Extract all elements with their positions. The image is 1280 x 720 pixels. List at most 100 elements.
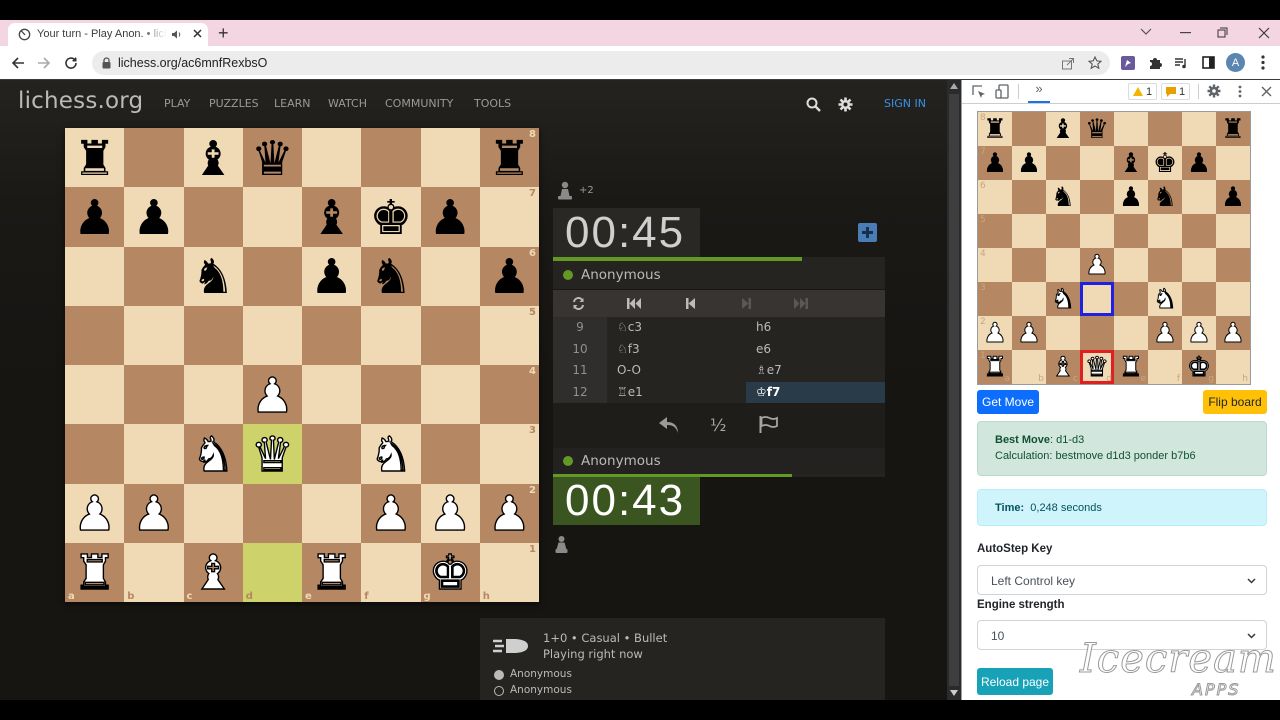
black-pawn-piece[interactable]: ♟︎ bbox=[73, 194, 116, 242]
black-move[interactable]: h6 bbox=[746, 317, 885, 339]
white-bishop-piece[interactable]: ♝︎ bbox=[191, 549, 235, 598]
white-knight-piece[interactable]: ♞︎ bbox=[191, 430, 235, 479]
flip-board-button[interactable] bbox=[563, 290, 593, 317]
black-knight-piece[interactable]: ♞︎ bbox=[1153, 184, 1177, 211]
square-c2[interactable] bbox=[183, 483, 243, 543]
square-e8[interactable] bbox=[1114, 112, 1148, 146]
square-e4[interactable] bbox=[302, 365, 362, 425]
square-g8[interactable] bbox=[420, 128, 480, 188]
devtools-settings-icon[interactable] bbox=[1207, 84, 1221, 98]
square-h3[interactable]: 3 bbox=[479, 424, 539, 484]
square-b3[interactable] bbox=[1012, 282, 1046, 316]
white-queen-piece[interactable]: ♛︎ bbox=[250, 430, 294, 479]
previous-move-button[interactable] bbox=[675, 290, 705, 317]
square-e6[interactable]: ♟︎ bbox=[1114, 180, 1148, 214]
black-bishop-piece[interactable]: ♝︎ bbox=[310, 194, 353, 242]
black-move[interactable]: e6 bbox=[746, 339, 885, 361]
black-rook-piece[interactable]: ♜︎ bbox=[488, 135, 531, 183]
square-g6[interactable] bbox=[420, 246, 480, 306]
square-e6[interactable]: ♟︎ bbox=[302, 246, 362, 306]
new-tab-button[interactable]: + bbox=[218, 24, 229, 42]
square-h8[interactable]: ♜︎ bbox=[1216, 112, 1250, 146]
white-king-piece[interactable]: ♚︎ bbox=[428, 549, 472, 598]
white-pawn-piece[interactable]: ♟︎ bbox=[487, 489, 531, 538]
square-c7[interactable] bbox=[1046, 146, 1080, 180]
square-f5[interactable] bbox=[361, 305, 421, 365]
share-icon[interactable] bbox=[1061, 56, 1075, 70]
white-pawn-piece[interactable]: ♟︎ bbox=[72, 489, 116, 538]
square-c6[interactable]: ♞︎ bbox=[1046, 180, 1080, 214]
side-panel-icon[interactable] bbox=[1202, 56, 1215, 69]
square-c5[interactable] bbox=[183, 305, 243, 365]
inspect-element-icon[interactable] bbox=[972, 85, 986, 99]
black-move-active[interactable]: ♔f7 bbox=[746, 381, 885, 403]
black-king-piece[interactable]: ♚︎ bbox=[369, 194, 412, 242]
square-a5[interactable] bbox=[65, 305, 125, 365]
square-h8[interactable]: ♜︎ 8 bbox=[479, 128, 539, 188]
square-c8[interactable]: ♝︎ bbox=[1046, 112, 1080, 146]
next-move-button[interactable] bbox=[731, 290, 761, 317]
square-e8[interactable] bbox=[302, 128, 362, 188]
nav-learn[interactable]: LEARN bbox=[274, 97, 310, 110]
square-c8[interactable]: ♝︎ bbox=[183, 128, 243, 188]
avatar[interactable]: A bbox=[1226, 53, 1245, 72]
square-f2[interactable]: ♟︎ bbox=[361, 483, 421, 543]
square-a1[interactable]: ♜︎ 1 a bbox=[978, 350, 1012, 384]
white-knight-piece[interactable]: ♞︎ bbox=[369, 430, 413, 479]
square-g1[interactable]: ♚︎ g bbox=[420, 542, 480, 602]
flip-board-button[interactable]: Flip board bbox=[1203, 390, 1267, 414]
square-b1[interactable]: b bbox=[124, 542, 184, 602]
square-g2[interactable]: ♟︎ bbox=[420, 483, 480, 543]
square-g3[interactable] bbox=[420, 424, 480, 484]
square-c3[interactable]: ♞︎ bbox=[183, 424, 243, 484]
square-g4[interactable] bbox=[420, 365, 480, 425]
give-time-button[interactable] bbox=[858, 223, 877, 242]
restore-icon[interactable] bbox=[1217, 27, 1228, 38]
warnings-badge[interactable]: 1 bbox=[1128, 83, 1158, 100]
opponent-name[interactable]: Anonymous bbox=[581, 267, 661, 283]
square-e2[interactable] bbox=[1114, 316, 1148, 350]
square-h5[interactable] bbox=[1216, 214, 1250, 248]
square-a1[interactable]: ♜︎ a bbox=[65, 542, 125, 602]
square-a6[interactable] bbox=[65, 246, 125, 306]
nav-watch[interactable]: WATCH bbox=[328, 97, 367, 110]
square-f1[interactable]: f bbox=[1148, 350, 1182, 384]
square-c2[interactable] bbox=[1046, 316, 1080, 350]
white-move[interactable]: ♖e1 bbox=[607, 382, 746, 404]
back-icon[interactable] bbox=[11, 56, 25, 70]
square-g7[interactable]: ♟︎ bbox=[1182, 146, 1216, 180]
square-h6[interactable]: ♟︎ bbox=[1216, 180, 1250, 214]
square-d6[interactable] bbox=[1080, 180, 1114, 214]
black-pawn-piece[interactable]: ♟︎ bbox=[132, 194, 175, 242]
white-pawn-piece[interactable]: ♟︎ bbox=[369, 489, 413, 538]
issues-badge[interactable]: 1 bbox=[1161, 83, 1191, 100]
square-a3[interactable]: 3 bbox=[978, 282, 1012, 316]
white-pawn-piece[interactable]: ♟︎ bbox=[1016, 320, 1041, 348]
black-rook-piece[interactable]: ♜︎ bbox=[983, 116, 1007, 143]
white-pawn-piece[interactable]: ♟︎ bbox=[982, 320, 1007, 348]
square-h2[interactable]: ♟︎ 2 bbox=[479, 483, 539, 543]
square-f3[interactable]: ♞︎ bbox=[1148, 282, 1182, 316]
black-pawn-piece[interactable]: ♟︎ bbox=[983, 150, 1007, 177]
black-bishop-piece[interactable]: ♝︎ bbox=[192, 135, 235, 183]
square-f1[interactable]: f bbox=[361, 542, 421, 602]
black-knight-piece[interactable]: ♞︎ bbox=[192, 253, 235, 301]
white-knight-piece[interactable]: ♞︎ bbox=[1050, 286, 1075, 314]
square-d1[interactable]: ♛︎ d bbox=[1080, 350, 1114, 384]
white-pawn-piece[interactable]: ♟︎ bbox=[1152, 320, 1177, 348]
square-e7[interactable]: ♝︎ bbox=[1114, 146, 1148, 180]
more-tabs-button[interactable]: » bbox=[1028, 81, 1050, 103]
square-d7[interactable] bbox=[1080, 146, 1114, 180]
square-d8[interactable]: ♛︎ bbox=[242, 128, 302, 188]
reload-icon[interactable] bbox=[64, 56, 78, 70]
nav-tools[interactable]: TOOLS bbox=[474, 97, 511, 110]
minimize-icon[interactable] bbox=[1180, 32, 1191, 34]
square-f4[interactable] bbox=[1148, 248, 1182, 282]
square-a2[interactable]: ♟︎ bbox=[65, 483, 125, 543]
square-h2[interactable]: ♟︎ bbox=[1216, 316, 1250, 350]
self-name[interactable]: Anonymous bbox=[581, 453, 661, 469]
offer-draw-button[interactable]: ½ bbox=[710, 416, 726, 436]
square-d5[interactable] bbox=[1080, 214, 1114, 248]
star-icon[interactable] bbox=[1088, 56, 1102, 70]
square-g5[interactable] bbox=[420, 305, 480, 365]
